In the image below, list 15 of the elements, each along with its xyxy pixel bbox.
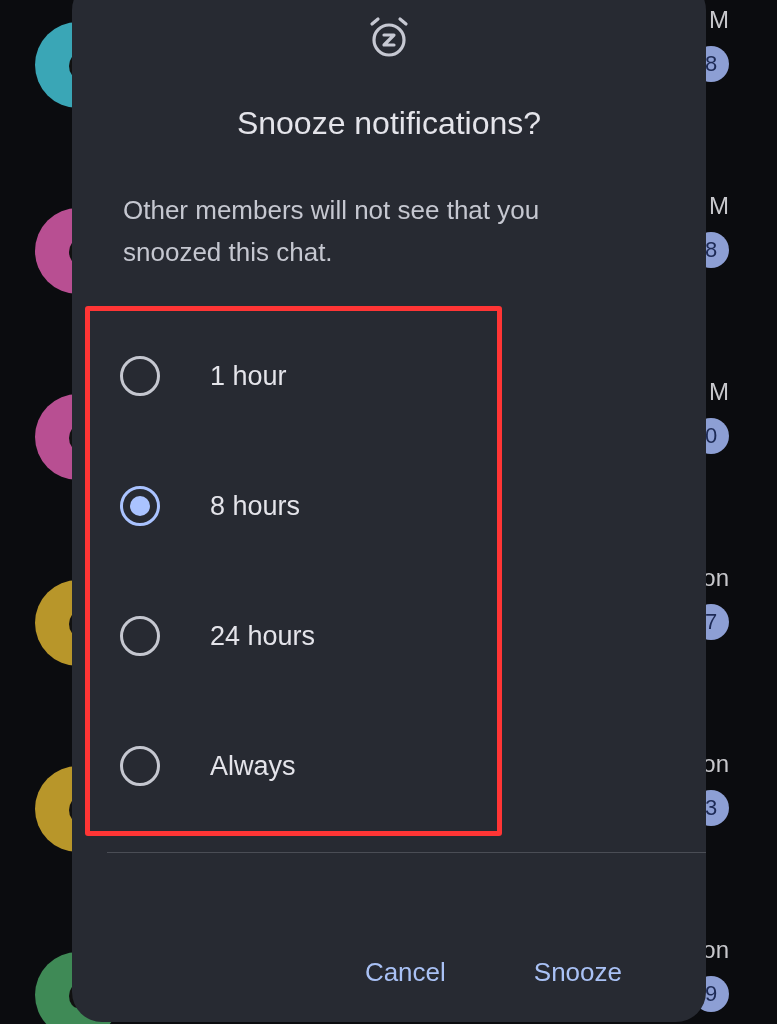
snooze-button[interactable]: Snooze [529,952,626,992]
option-label[interactable]: Always [210,750,296,782]
chat-time: M [709,378,729,406]
option-label[interactable]: 1 hour [210,360,287,392]
radio-button[interactable] [120,356,160,396]
dialog-message: Other members will not see that you snoozed this chat. [123,194,541,269]
option-label[interactable]: 8 hours [210,490,301,522]
cancel-button[interactable]: Cancel [360,952,450,992]
chat-time: M [709,6,729,34]
chat-time: M [709,192,729,220]
dialog-title: Snooze notifications? [235,104,543,143]
radio-button[interactable] [120,616,160,656]
radio-button[interactable] [120,486,160,526]
radio-button[interactable] [120,746,160,786]
option-label[interactable]: 24 hours [210,620,316,652]
